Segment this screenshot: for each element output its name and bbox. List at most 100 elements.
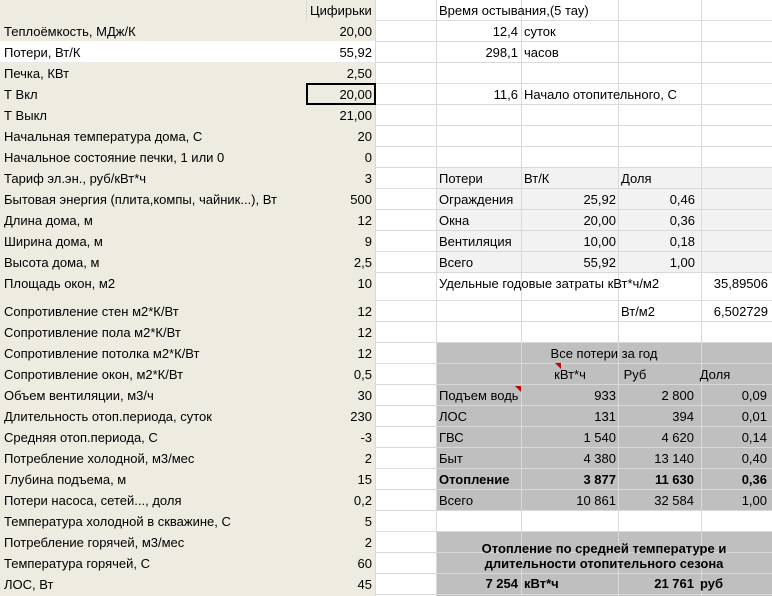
param-value[interactable]: 2,50 [308, 63, 372, 84]
grid-line [375, 125, 772, 126]
summary-title-line2: длительности отопительного сезона [484, 556, 724, 571]
annual-row-rub: 11 630 [654, 472, 694, 487]
param-value[interactable]: 30 [308, 385, 372, 406]
annual-header-share: Доля [699, 367, 731, 382]
annual-row-share: 0,09 [741, 388, 767, 403]
summary-rub-value: 21 761 [654, 576, 694, 591]
param-value[interactable]: 12 [308, 322, 372, 343]
param-label: Потребление горячей, м3/мес [4, 535, 185, 550]
param-label: Длина дома, м [4, 213, 93, 228]
annual-row-name: Отопление [439, 472, 510, 487]
param-label: Длительность отоп.периода, суток [4, 409, 212, 424]
losses-header-wk: Вт/К [524, 171, 550, 186]
param-label: Печка, КВт [4, 66, 70, 81]
annual-row-name: Подъем воды [439, 388, 519, 403]
losses-row-name: Ограждения [439, 192, 514, 207]
param-value[interactable]: 500 [308, 189, 372, 210]
param-value[interactable]: 60 [308, 553, 372, 574]
param-label: Высота дома, м [4, 255, 100, 270]
param-value[interactable]: 20 [308, 126, 372, 147]
param-label: Глубина подъема, м [4, 472, 127, 487]
annual-row-share: 0,01 [741, 409, 767, 424]
param-value[interactable]: 9 [308, 231, 372, 252]
param-value[interactable]: -3 [308, 427, 372, 448]
losses-row-name: Всего [439, 255, 474, 270]
losses-row-wk: 10,00 [583, 234, 616, 249]
cooling-days-unit: суток [524, 24, 556, 39]
specific-power-unit: Вт/м2 [621, 304, 655, 319]
losses-header-name: Потери [439, 171, 483, 186]
param-value[interactable]: 55,92 [308, 42, 372, 63]
losses-header-share: Доля [621, 171, 652, 186]
losses-row-wk: 20,00 [583, 213, 616, 228]
param-label: Сопротивление пола м2*К/Вт [4, 325, 181, 340]
param-value[interactable]: 45 [308, 574, 372, 595]
grid-line [521, 0, 522, 596]
summary-kwh-unit: кВт*ч [524, 576, 559, 591]
param-label: Бытовая энергия (плита,компы, чайник...)… [4, 192, 277, 207]
param-label: Сопротивление окон, м2*К/Вт [4, 367, 184, 382]
annual-row-rub: 32 584 [654, 493, 694, 508]
losses-row-wk: 25,92 [583, 192, 616, 207]
annual-row-share: 0,40 [741, 451, 767, 466]
param-value[interactable]: 0 [308, 147, 372, 168]
param-value[interactable]: 3 [308, 168, 372, 189]
losses-row-name: Окна [439, 213, 470, 228]
summary-rub-unit: руб [700, 576, 724, 591]
annual-row-rub: 2 800 [661, 388, 694, 403]
param-label: Теплоёмкость, МДж/К [4, 24, 136, 39]
param-label: Ширина дома, м [4, 234, 103, 249]
summary-kwh-value: 7 254 [485, 576, 518, 591]
param-value[interactable]: 230 [308, 406, 372, 427]
param-value[interactable]: 2 [308, 448, 372, 469]
param-label: Температура горячей, С [4, 556, 151, 571]
param-label: Потери насоса, сетей..., доля [4, 493, 182, 508]
selected-cell[interactable] [306, 83, 376, 105]
param-label: Тариф эл.эн., руб/кВт*ч [4, 171, 147, 186]
param-value[interactable]: 0,5 [308, 364, 372, 385]
param-value[interactable]: 12 [308, 210, 372, 231]
heating-start-label: Начало отопительного, С [524, 87, 677, 102]
grid-line [375, 594, 772, 595]
param-label: Т Вкл [4, 87, 38, 102]
param-value[interactable]: 5 [308, 511, 372, 532]
values-column-header: Цифирьки [310, 3, 372, 18]
losses-row-share: 0,18 [669, 234, 695, 249]
losses-row-wk: 55,92 [583, 255, 616, 270]
param-value[interactable]: 12 [308, 301, 372, 322]
losses-row-share: 0,46 [669, 192, 695, 207]
param-label: Площадь окон, м2 [4, 276, 116, 291]
param-label: Потери, Вт/К [4, 45, 81, 60]
comment-indicator-icon [555, 363, 561, 369]
annual-row-name: Всего [439, 493, 474, 508]
param-value[interactable]: 2,5 [308, 252, 372, 273]
param-label: Начальное состояние печки, 1 или 0 [4, 150, 225, 165]
annual-row-share: 0,14 [741, 430, 767, 445]
annual-row-name: ГВС [439, 430, 464, 445]
param-value[interactable]: 21,00 [308, 105, 372, 126]
annual-row-rub: 394 [672, 409, 694, 424]
param-value[interactable]: 20,00 [308, 21, 372, 42]
param-label: Средняя отоп.периода, С [4, 430, 158, 445]
param-value[interactable]: 0,2 [308, 490, 372, 511]
param-label: Температура холодной в скважине, С [4, 514, 231, 529]
cooling-days-value: 12,4 [492, 24, 518, 39]
param-value[interactable]: 12 [308, 343, 372, 364]
param-value[interactable]: 15 [308, 469, 372, 490]
heating-start-value: 11,6 [493, 87, 518, 102]
annual-row-name: ЛОС [439, 409, 468, 424]
param-label: Т Выкл [4, 108, 47, 123]
annual-row-name: Быт [439, 451, 463, 466]
specific-power-value: 6,502729 [713, 304, 768, 319]
losses-row-name: Вентиляция [439, 234, 512, 249]
specific-costs-value: 35,89506 [713, 276, 768, 291]
annual-row-share: 0,36 [741, 472, 767, 487]
param-value[interactable]: 10 [308, 273, 372, 294]
annual-row-rub: 4 620 [661, 430, 694, 445]
param-label: ЛОС, Вт [4, 577, 54, 592]
param-label: Сопротивление стен м2*К/Вт [4, 304, 179, 319]
grid-line [375, 146, 772, 147]
param-value[interactable]: 2 [308, 532, 372, 553]
losses-row-share: 1,00 [669, 255, 695, 270]
losses-row-share: 0,36 [669, 213, 695, 228]
